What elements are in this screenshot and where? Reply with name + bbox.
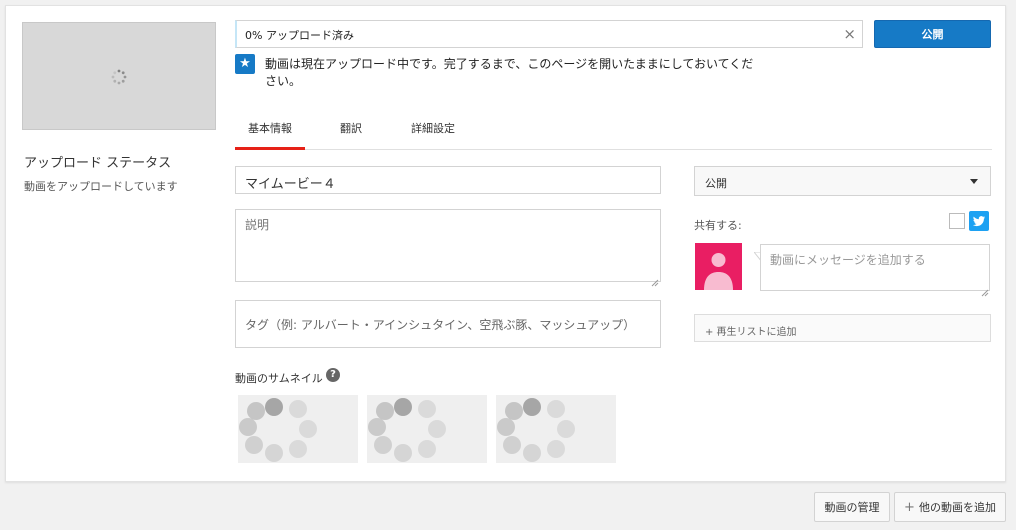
video-preview [22, 22, 216, 130]
loading-spinner-icon [111, 69, 127, 85]
share-checkbox[interactable] [949, 213, 965, 229]
twitter-icon[interactable] [969, 211, 989, 231]
privacy-select-value: 公開 [705, 177, 727, 190]
tab-bar: 基本情報 翻訳 詳細設定 [235, 108, 992, 150]
share-label: 共有する: [694, 219, 742, 232]
help-icon[interactable]: ? [326, 368, 340, 382]
thumbnail-placeholder-1[interactable] [238, 395, 358, 463]
tab-advanced-settings[interactable]: 詳細設定 [405, 108, 461, 150]
add-more-videos-button[interactable]: + 他の動画を追加 [894, 492, 1006, 522]
loading-spinner-icon [497, 398, 575, 462]
add-more-videos-label: 他の動画を追加 [918, 501, 996, 514]
loading-spinner-icon [368, 398, 446, 462]
title-input[interactable]: マイムービー４ [235, 166, 661, 194]
star-icon: ★ [235, 54, 255, 74]
publish-button[interactable]: 公開 [874, 20, 991, 48]
upload-status-title: アップロード ステータス [24, 156, 172, 171]
share-message-input[interactable]: 動画にメッセージを追加する [760, 244, 990, 291]
manage-videos-button[interactable]: 動画の管理 [814, 492, 890, 522]
thumbnail-placeholder-2[interactable] [367, 395, 487, 463]
close-icon[interactable]: × [843, 25, 856, 43]
description-textarea[interactable]: 説明 [235, 209, 661, 282]
tab-translation[interactable]: 翻訳 [327, 108, 375, 150]
plus-icon: + [904, 499, 915, 515]
upload-status-subtitle: 動画をアップロードしています [24, 180, 178, 193]
upload-notice: 動画は現在アップロード中です。完了するまで、このページを開いたままにしておいてく… [265, 57, 754, 88]
resize-handle-icon[interactable] [981, 282, 989, 297]
user-avatar-icon [695, 243, 742, 290]
loading-spinner-icon [239, 398, 317, 462]
tags-input[interactable]: タグ（例: アルバート・アインシュタイン、空飛ぶ豚、マッシュアップ） [235, 300, 661, 348]
upload-card: アップロード ステータス 動画をアップロードしています 0% アップロード済み … [5, 5, 1006, 482]
privacy-select[interactable]: 公開 [694, 166, 991, 196]
resize-handle-icon[interactable] [651, 272, 659, 287]
tab-basic-info[interactable]: 基本情報 [235, 108, 305, 150]
thumbnail-placeholder-3[interactable] [496, 395, 616, 463]
add-to-playlist-button[interactable]: + 再生リストに追加 [694, 314, 991, 342]
caret-down-icon [970, 179, 978, 184]
upload-progress-text: 0% アップロード済み [245, 29, 354, 42]
thumbnail-label: 動画のサムネイル [235, 372, 323, 385]
upload-progress-bar: 0% アップロード済み × [235, 20, 863, 48]
